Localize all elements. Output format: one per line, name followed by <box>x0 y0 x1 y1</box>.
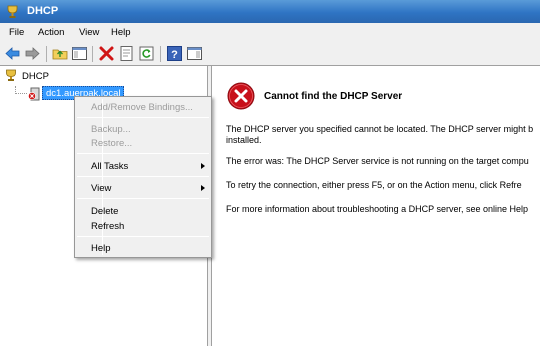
refresh-icon[interactable] <box>138 45 155 62</box>
tree-connector <box>15 93 27 94</box>
detail-pane: Cannot find the DHCP Server The DHCP ser… <box>212 66 540 346</box>
error-message-line: The DHCP server you specified cannot be … <box>226 124 534 134</box>
window-title: DHCP <box>27 5 59 17</box>
menu-item-label: View <box>91 183 112 194</box>
retry-instructions: To retry the connection, either press F5… <box>226 180 522 190</box>
toolbar-separator <box>46 46 47 62</box>
menu-separator <box>77 176 209 177</box>
menu-item-delete[interactable]: Delete <box>91 206 211 217</box>
menu-separator <box>77 153 209 154</box>
menu-item-view[interactable]: View <box>91 183 209 195</box>
forward-arrow-icon[interactable] <box>24 45 41 62</box>
toolbar: ? <box>0 42 540 66</box>
menu-item-add-remove-bindings[interactable]: Add/Remove Bindings... <box>91 102 211 113</box>
menu-item-help[interactable]: Help <box>91 243 211 254</box>
server-error-icon <box>28 87 40 101</box>
menu-action[interactable]: Action <box>38 27 64 38</box>
dhcp-trophy-icon <box>6 69 16 81</box>
toolbar-separator <box>160 46 161 62</box>
menu-help[interactable]: Help <box>111 27 131 38</box>
title-bar: DHCP <box>0 0 540 23</box>
menu-item-all-tasks[interactable]: All Tasks <box>91 161 209 173</box>
back-arrow-icon[interactable] <box>4 45 21 62</box>
menu-separator <box>77 117 209 118</box>
menu-separator <box>77 236 209 237</box>
svg-text:?: ? <box>171 49 178 61</box>
up-folder-icon[interactable] <box>52 45 69 62</box>
error-title: Cannot find the DHCP Server <box>264 91 403 102</box>
delete-icon[interactable] <box>98 45 115 62</box>
show-hide-action-pane-icon[interactable] <box>186 45 203 62</box>
menu-separator <box>77 198 209 199</box>
error-icon <box>227 82 255 110</box>
properties-icon[interactable] <box>118 45 135 62</box>
menu-bar: File Action View Help <box>0 23 540 42</box>
menu-item-refresh[interactable]: Refresh <box>91 221 211 232</box>
menu-item-restore[interactable]: Restore... <box>91 138 211 149</box>
tree-root-label: DHCP <box>22 71 49 82</box>
menu-item-label: All Tasks <box>91 161 129 172</box>
show-hide-tree-icon[interactable] <box>71 45 88 62</box>
help-hint: For more information about troubleshooti… <box>226 204 528 214</box>
error-message-line: installed. <box>226 135 262 145</box>
submenu-arrow-icon <box>201 163 205 169</box>
menu-view[interactable]: View <box>79 27 99 38</box>
menu-item-backup[interactable]: Backup... <box>91 124 211 135</box>
submenu-arrow-icon <box>201 185 205 191</box>
toolbar-separator <box>92 46 93 62</box>
help-icon[interactable]: ? <box>166 45 183 62</box>
dhcp-app-icon <box>7 5 18 18</box>
menu-file[interactable]: File <box>9 27 24 38</box>
error-reason: The error was: The DHCP Server service i… <box>226 156 529 166</box>
context-menu: Add/Remove Bindings... Backup... Restore… <box>74 96 212 258</box>
